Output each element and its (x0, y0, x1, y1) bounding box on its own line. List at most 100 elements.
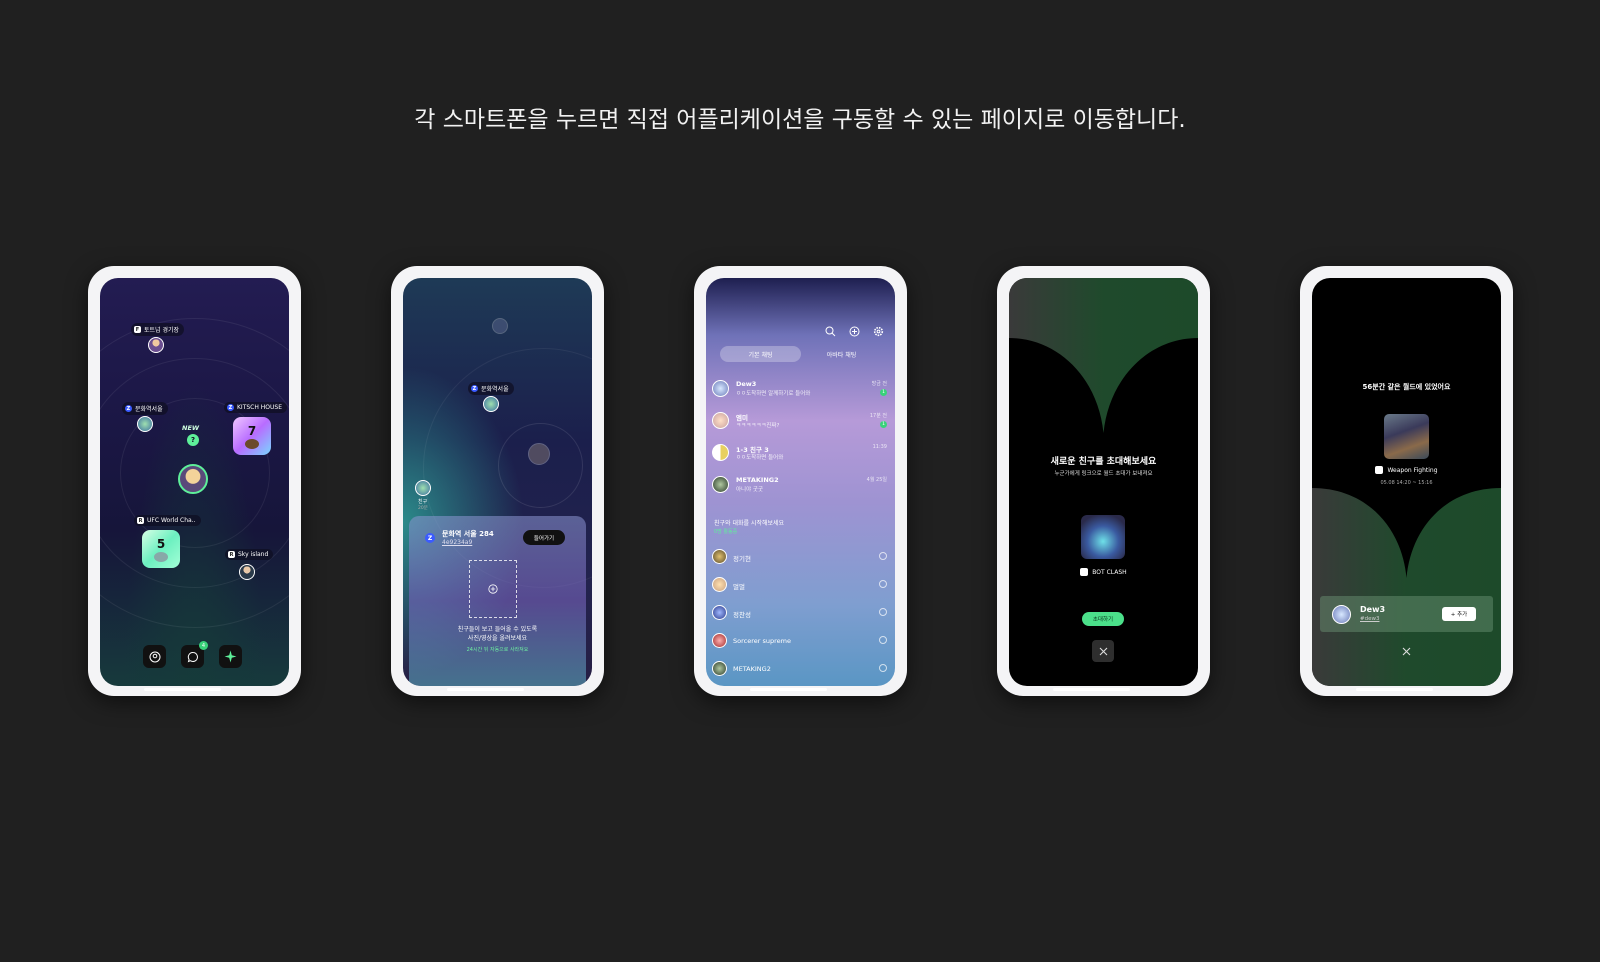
invite-button[interactable]: 초대하기 (1082, 612, 1124, 626)
phone-screen: F 토트넘 경기장 Z 문화역서울 Z KITSCH HOUSE 7 NEW ?… (100, 278, 289, 686)
kitsch-house-badge[interactable]: 7 (233, 417, 271, 455)
home-indicator (447, 688, 524, 691)
world-chip-culture-station[interactable]: Z 문화역서울 (468, 382, 514, 395)
profile-icon (149, 651, 160, 662)
phone-notch (445, 266, 526, 276)
user-avatar[interactable] (148, 337, 164, 353)
chat-message: ㅇㅇ도착하면 알께하기로 들어와 (736, 391, 811, 397)
friend-avatar (712, 633, 727, 648)
friend-name: METAKING2 (733, 665, 771, 673)
close-button[interactable] (1395, 640, 1417, 662)
tab-basic-chat[interactable]: 기본 채팅 (720, 346, 801, 362)
suggest-title: 친구와 대화를 시작해보세요 (714, 520, 785, 527)
phone-screen: 기본 채팅 아바타 채팅 Dew3 ㅇㅇ도착하면 알께하기로 들어와 방금 전 … (706, 278, 895, 686)
tab-avatar-chat[interactable]: 아바타 채팅 (801, 346, 882, 362)
friend-name: 정기현 (733, 555, 751, 563)
chat-avatar (712, 412, 729, 429)
world-chip-sky-island[interactable]: R Sky island (225, 549, 274, 560)
phone-mockup-invite[interactable]: 새로운 친구를 초대해보세요 누군가에게 링크으로 월드 초대가 보내져요 BO… (997, 266, 1210, 696)
search-icon[interactable] (825, 326, 836, 337)
chat-button[interactable]: 4 (181, 641, 208, 668)
world-avatar[interactable] (137, 416, 153, 432)
friend-name: Dew3 (1360, 605, 1386, 614)
world-badge-icon: Z (471, 385, 478, 392)
chat-tabs: 기본 채팅 아바타 채팅 (720, 346, 882, 362)
world-badge-icon: R (137, 517, 144, 524)
faded-avatar (492, 318, 508, 334)
chat-time: 11:39 (872, 444, 887, 450)
friend-card: Dew3 #dew3 + 추가 (1320, 596, 1493, 632)
chat-avatar (712, 380, 729, 397)
chat-row[interactable]: METAKING2 아니야 굿굿 4월 25일 (712, 472, 889, 500)
my-avatar[interactable] (178, 464, 208, 494)
faded-avatar (528, 443, 550, 465)
same-world-title: 56분간 같은 월드에 있었어요 (1362, 383, 1451, 391)
select-radio[interactable] (879, 664, 887, 672)
friend-row[interactable]: Sorcerer supreme (712, 630, 889, 652)
chat-row[interactable]: 엠미 ㅋㅋㅋㅋㅋㅋ진짜? 17분 전 1 (712, 408, 889, 436)
select-radio[interactable] (879, 580, 887, 588)
mystery-world-icon[interactable]: ? (187, 434, 199, 446)
sparkle-button[interactable] (219, 645, 242, 668)
page-headline: 각 스마트폰을 누르면 직접 어플리케이션을 구동할 수 있는 페이지로 이동합… (414, 107, 1186, 133)
plus-circle-icon (488, 584, 498, 594)
friend-avatar (712, 661, 727, 676)
friend-avatar (1332, 605, 1351, 624)
upload-box[interactable] (469, 560, 517, 618)
select-radio[interactable] (879, 636, 887, 644)
select-radio[interactable] (879, 552, 887, 560)
unread-badge: 1 (880, 421, 887, 428)
world-badge-icon: Z (227, 404, 234, 411)
world-name-row: BOT CLASH (1009, 568, 1198, 576)
world-chip-kitsch-house[interactable]: Z KITSCH HOUSE (224, 402, 288, 413)
enter-button[interactable]: 들어가기 (523, 530, 565, 545)
friend-name: 정찬성 (733, 611, 751, 619)
phone-notch (1051, 266, 1132, 276)
close-button[interactable] (1092, 640, 1114, 662)
phone-mockup-world-detail[interactable]: Z 문화역서울 친구 20분 Z 문화역 서울 284 4e9234a9 들어가… (391, 266, 604, 696)
ufc-badge[interactable]: 5 (142, 530, 180, 568)
chat-avatar (712, 444, 729, 461)
chat-row[interactable]: Dew3 ㅇㅇ도착하면 알께하기로 들어와 방금 전 1 (712, 376, 889, 404)
phone-mockup-world-map[interactable]: F 토트넘 경기장 Z 문화역서울 Z KITSCH HOUSE 7 NEW ?… (88, 266, 301, 696)
phone-screen: 56분간 같은 월드에 있었어요 Weapon Fighting 05.08 1… (1312, 278, 1501, 686)
gear-icon[interactable] (873, 326, 884, 337)
world-thumbnail[interactable] (1384, 414, 1429, 459)
phone-mockup-same-world[interactable]: 56분간 같은 월드에 있었어요 Weapon Fighting 05.08 1… (1300, 266, 1513, 696)
world-badge-icon: Z (125, 405, 132, 412)
world-chip-tottenham[interactable]: F 토트넘 경기장 (131, 323, 185, 336)
profile-button[interactable] (143, 645, 166, 668)
friend-avatar[interactable] (415, 480, 431, 496)
sheet-code[interactable]: 4e9234a9 (442, 539, 472, 546)
home-indicator (750, 688, 827, 691)
world-thumbnail[interactable] (1081, 515, 1125, 559)
background-arch-shape (1009, 278, 1198, 433)
phone-mockup-chat-list[interactable]: 기본 채팅 아바타 채팅 Dew3 ㅇㅇ도착하면 알께하기로 들어와 방금 전 … (694, 266, 907, 696)
chat-message: ㅇㅇ도착하면 들어와 (736, 455, 784, 461)
world-badge-icon: F (134, 326, 141, 333)
friend-row[interactable]: METAKING2 (712, 658, 889, 680)
world-chip-ufc[interactable]: R UFC World Cha.. (134, 515, 201, 526)
add-chat-icon[interactable] (849, 326, 860, 337)
friend-row[interactable]: 멀멀 (712, 574, 889, 596)
invite-title: 새로운 친구를 초대해보세요 (1050, 457, 1157, 467)
avatar-icon (245, 438, 259, 449)
chat-time: 4월 25일 (866, 477, 887, 483)
close-icon (1402, 647, 1410, 655)
user-avatar[interactable] (239, 564, 255, 580)
add-friend-button[interactable]: + 추가 (1442, 607, 1476, 621)
friend-row[interactable]: 정기현 (712, 546, 889, 568)
unread-badge: 1 (880, 389, 887, 396)
chat-time: 17분 전 (869, 413, 887, 419)
world-badge-icon (1080, 568, 1089, 576)
world-name: Weapon Fighting (1387, 466, 1438, 474)
friend-id: #dew3 (1360, 616, 1380, 622)
friend-row[interactable]: 정찬성 (712, 602, 889, 624)
chat-row[interactable]: 1-3 친구 3 ㅇㅇ도착하면 들어와 11:39 (712, 440, 889, 468)
chat-name: Dew3 (736, 380, 757, 388)
world-avatar[interactable] (483, 396, 499, 412)
unread-badge: 4 (199, 641, 208, 650)
world-chip-culture-station[interactable]: Z 문화역서울 (122, 402, 168, 415)
select-radio[interactable] (879, 608, 887, 616)
sparkle-icon (224, 650, 237, 663)
